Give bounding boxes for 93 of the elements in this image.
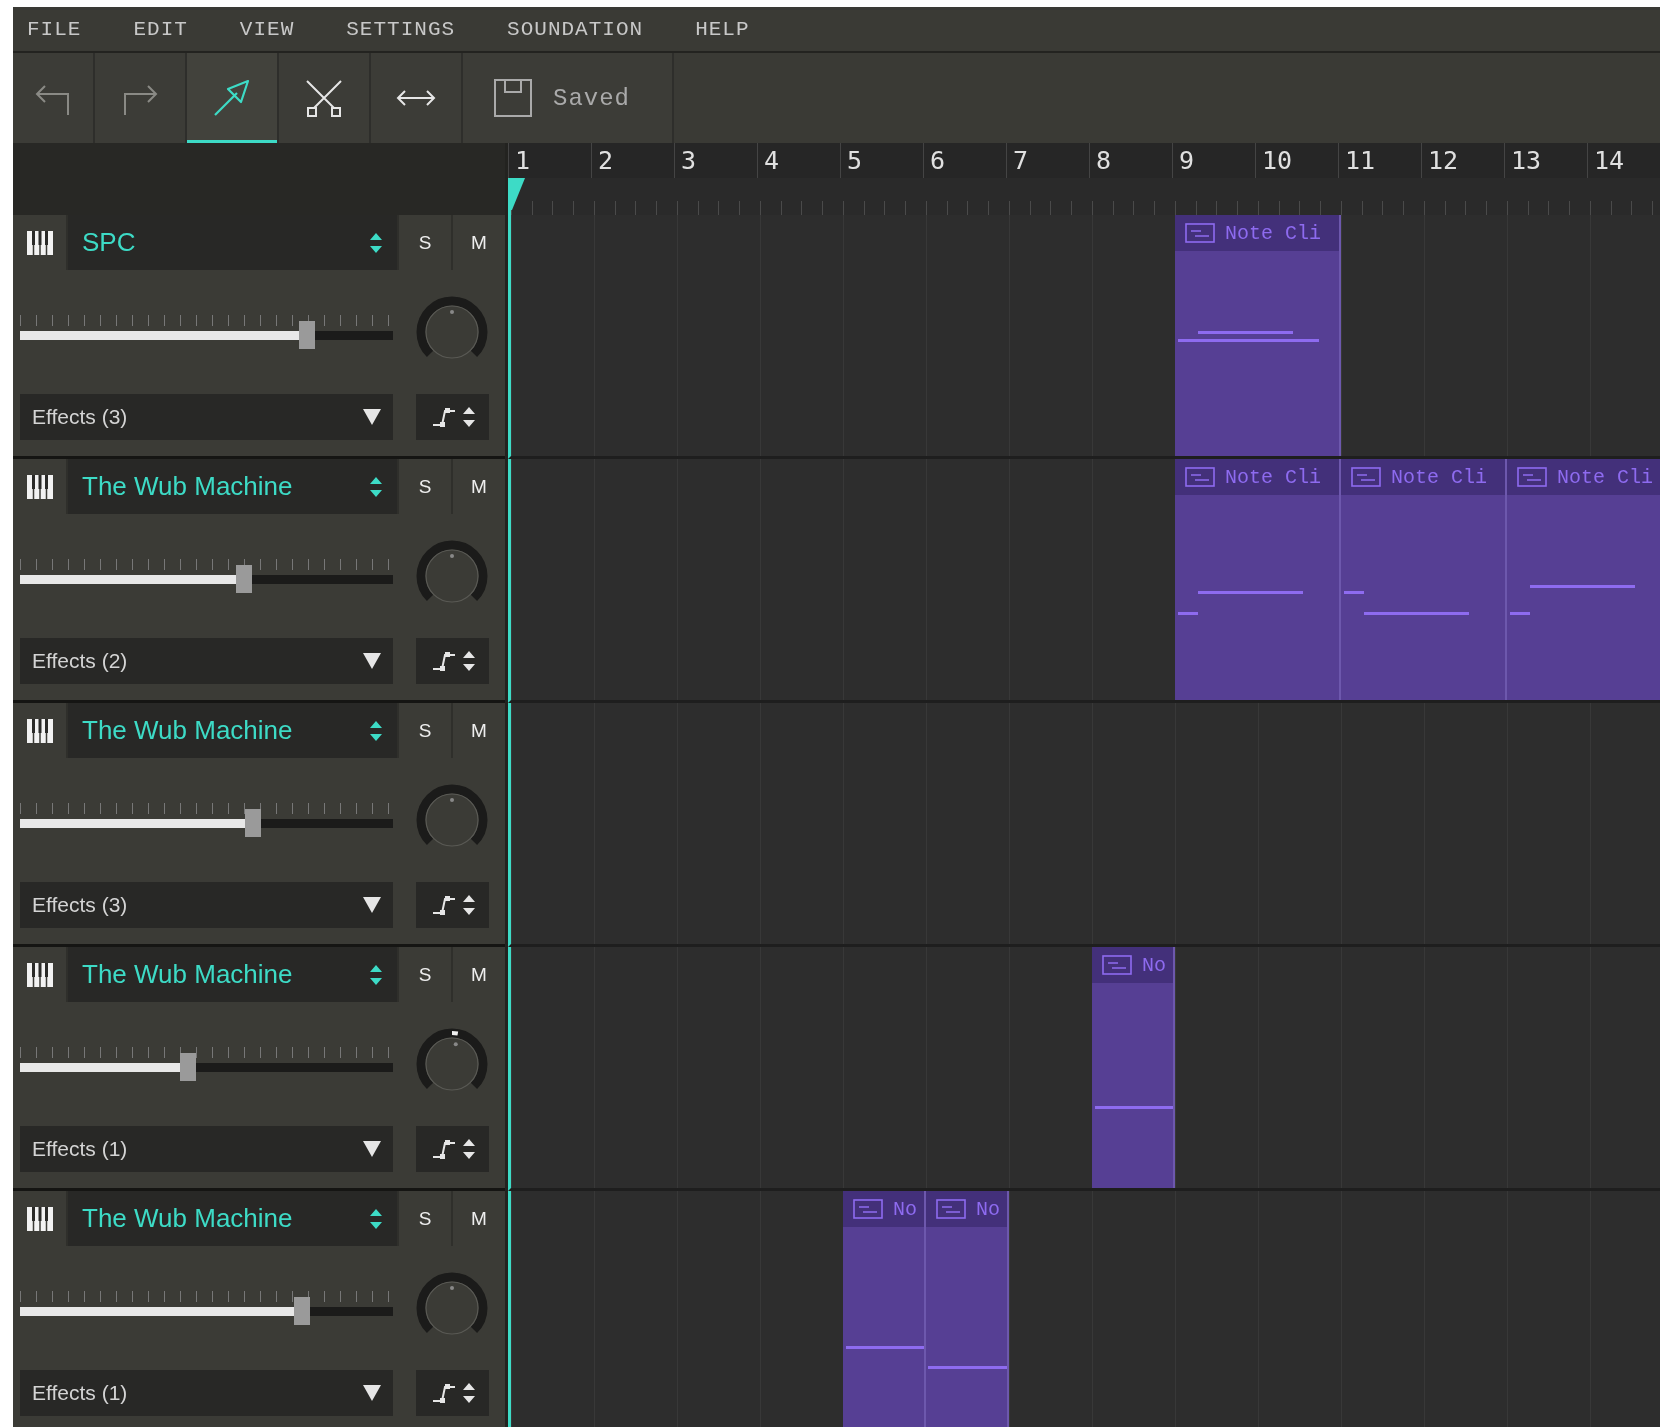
effects-dropdown[interactable]: Effects (3) — [20, 394, 393, 440]
solo-button[interactable]: S — [399, 215, 451, 270]
clip-icon — [1185, 467, 1215, 487]
solo-button[interactable]: S — [399, 1191, 451, 1246]
clip-icon — [936, 1199, 966, 1219]
piano-keys-icon — [26, 1206, 53, 1231]
slider-thumb[interactable] — [235, 565, 252, 593]
slider-thumb[interactable] — [299, 321, 316, 349]
solo-button[interactable]: S — [399, 459, 451, 514]
clip-label: Note Cli — [1225, 221, 1321, 245]
dropdown-triangle-icon — [363, 897, 381, 913]
slider-thumb[interactable] — [293, 1297, 310, 1325]
slider-thumb[interactable] — [179, 1053, 196, 1081]
up-down-arrows-icon — [462, 650, 475, 672]
up-down-arrows-icon — [462, 894, 475, 916]
automation-button[interactable] — [416, 882, 489, 928]
track-name-field[interactable]: The Wub Machine — [68, 947, 397, 1002]
note[interactable] — [1529, 585, 1635, 589]
dropdown-triangle-icon — [363, 653, 381, 669]
clip-label: No — [893, 1197, 917, 1221]
dropdown-triangle-icon — [363, 1385, 381, 1401]
note[interactable] — [1197, 330, 1294, 334]
playhead-marker-icon[interactable] — [511, 178, 525, 210]
automation-button[interactable] — [416, 1126, 489, 1172]
up-down-arrows-icon — [462, 406, 475, 428]
step-curve-icon — [430, 1139, 457, 1159]
piano-keys-icon — [26, 474, 53, 499]
dropdown-triangle-icon — [363, 409, 381, 425]
instrument-button[interactable] — [13, 1191, 66, 1246]
up-down-arrows-icon — [369, 1207, 383, 1230]
clip-label: No — [976, 1197, 1000, 1221]
note[interactable] — [1510, 611, 1530, 615]
instrument-button[interactable] — [13, 459, 66, 514]
track-name-field[interactable]: The Wub Machine — [68, 703, 397, 758]
up-down-arrows-icon — [462, 1382, 475, 1404]
clip-label: No — [1142, 953, 1166, 977]
menu-item[interactable]: HELP — [695, 17, 750, 41]
menu-item[interactable]: VIEW — [239, 17, 295, 41]
clip-icon — [1102, 955, 1132, 975]
step-curve-icon — [430, 651, 457, 671]
effects-dropdown[interactable]: Effects (3) — [20, 882, 393, 928]
note[interactable] — [1197, 591, 1303, 595]
note[interactable] — [846, 1345, 924, 1349]
clip-label: Note Cli — [1391, 465, 1487, 489]
mute-button[interactable]: M — [453, 215, 505, 270]
piano-keys-icon — [26, 962, 53, 987]
mute-button[interactable]: M — [453, 459, 505, 514]
automation-button[interactable] — [416, 394, 489, 440]
piano-keys-icon — [26, 718, 53, 743]
effects-dropdown[interactable]: Effects (2) — [20, 638, 393, 684]
effects-dropdown[interactable]: Effects (1) — [20, 1370, 393, 1416]
note[interactable] — [1363, 611, 1469, 615]
effects-dropdown[interactable]: Effects (1) — [20, 1126, 393, 1172]
note[interactable] — [927, 1366, 1007, 1370]
solo-button[interactable]: S — [399, 703, 451, 758]
track-name-field[interactable]: The Wub Machine — [68, 1191, 397, 1246]
menu-item[interactable]: EDIT — [133, 17, 188, 41]
automation-button[interactable] — [416, 1370, 489, 1416]
clip-label: Note Cli — [1225, 465, 1321, 489]
note[interactable] — [1178, 339, 1320, 343]
slider-thumb[interactable] — [245, 809, 262, 837]
step-curve-icon — [430, 1383, 457, 1403]
clip-icon — [1185, 223, 1215, 243]
clip-icon — [1517, 467, 1547, 487]
dropdown-triangle-icon — [363, 1141, 381, 1157]
up-down-arrows-icon — [369, 719, 383, 742]
note[interactable] — [1178, 611, 1198, 615]
solo-button[interactable]: S — [399, 947, 451, 1002]
step-curve-icon — [430, 407, 457, 427]
mute-button[interactable]: M — [453, 1191, 505, 1246]
up-down-arrows-icon — [369, 231, 383, 254]
menu-item[interactable]: SETTINGS — [346, 17, 456, 41]
mute-button[interactable]: M — [453, 947, 505, 1002]
piano-keys-icon — [26, 230, 53, 255]
menu-item[interactable]: SOUNDATION — [507, 17, 644, 41]
instrument-button[interactable] — [13, 215, 66, 270]
automation-button[interactable] — [416, 638, 489, 684]
note[interactable] — [1344, 591, 1364, 595]
step-curve-icon — [430, 895, 457, 915]
instrument-button[interactable] — [13, 947, 66, 1002]
clip-icon — [853, 1199, 883, 1219]
up-down-arrows-icon — [369, 475, 383, 498]
menu-item[interactable]: FILE — [27, 17, 82, 41]
track-name-field[interactable]: The Wub Machine — [68, 459, 397, 514]
instrument-button[interactable] — [13, 703, 66, 758]
clip-icon — [1351, 467, 1381, 487]
up-down-arrows-icon — [369, 963, 383, 986]
mute-button[interactable]: M — [453, 703, 505, 758]
pointer-tool-button[interactable] — [187, 53, 279, 143]
up-down-arrows-icon — [462, 1138, 475, 1160]
cut-icon — [303, 77, 345, 119]
clip-label: Note Cli — [1557, 465, 1653, 489]
track-name-field[interactable]: SPC — [68, 215, 397, 270]
